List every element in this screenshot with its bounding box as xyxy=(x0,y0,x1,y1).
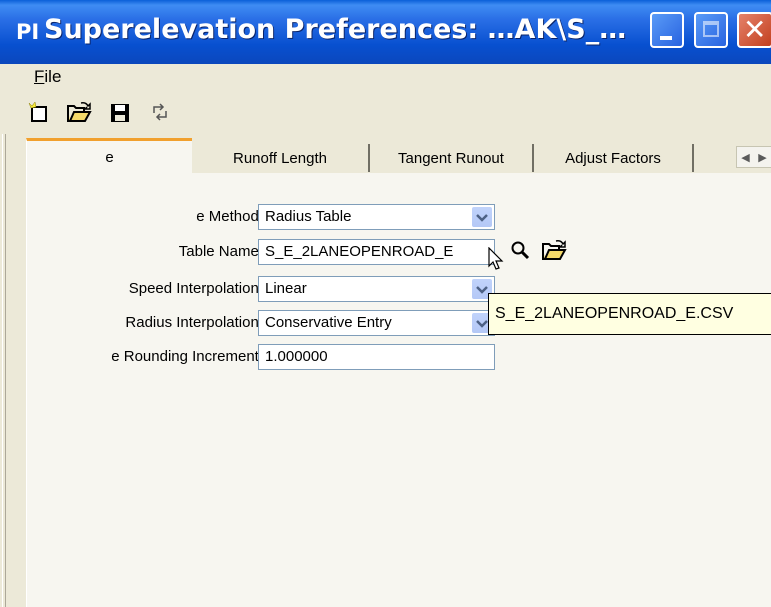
table-name-value: S_E_2LANEOPENROAD_E xyxy=(265,243,454,260)
table-name-label: Table Name: xyxy=(178,243,263,260)
new-icon[interactable] xyxy=(28,101,54,125)
mouse-cursor-icon xyxy=(488,246,504,276)
superelevation-preferences-window: PI Superelevation Preferences: …AK\S_… ✕… xyxy=(0,0,771,607)
window-title: Superelevation Preferences: …AK\S_… xyxy=(44,14,627,45)
app-icon: PI xyxy=(16,20,40,44)
e-method-select[interactable]: Radius Table xyxy=(258,204,495,230)
e-method-value: Radius Table xyxy=(265,208,352,225)
tab-runoff-length[interactable]: Runoff Length xyxy=(192,144,370,172)
radius-interpolation-select[interactable]: Conservative Entry xyxy=(258,310,495,336)
maximize-button[interactable] xyxy=(694,12,728,48)
chevron-left-icon[interactable]: ◀ xyxy=(741,151,749,164)
radius-interpolation-value: Conservative Entry xyxy=(265,314,392,331)
rounding-increment-value: 1.000000 xyxy=(265,348,328,365)
table-name-input[interactable]: S_E_2LANEOPENROAD_E xyxy=(258,239,495,265)
speed-interpolation-label: Speed Interpolation: xyxy=(128,280,263,297)
toolbar xyxy=(0,96,771,130)
menu-file[interactable]: File xyxy=(34,67,61,87)
tooltip: S_E_2LANEOPENROAD_E.CSV xyxy=(488,293,771,335)
chevron-right-icon[interactable]: ▶ xyxy=(758,151,766,164)
rounding-increment-input[interactable]: 1.000000 xyxy=(258,344,495,370)
e-method-label: e Method: xyxy=(196,208,263,225)
save-icon[interactable] xyxy=(108,101,134,125)
tab-tangent-runout[interactable]: Tangent Runout xyxy=(370,144,534,172)
close-button[interactable]: ✕ xyxy=(737,12,771,48)
title-bar[interactable]: PI Superelevation Preferences: …AK\S_… ✕ xyxy=(0,0,771,64)
tab-e[interactable]: e xyxy=(26,138,192,174)
minimize-icon xyxy=(660,36,672,40)
tab-panel: e Method: Radius Table Table Name: S_E_2… xyxy=(26,173,771,607)
search-icon[interactable] xyxy=(510,240,532,262)
chevron-down-icon[interactable] xyxy=(472,207,492,227)
radius-interpolation-label: Radius Interpolation: xyxy=(125,314,263,331)
rounding-increment-label: e Rounding Increment: xyxy=(111,348,263,365)
tab-scroll-buttons[interactable]: ◀ ▶ xyxy=(736,146,771,168)
tab-adjust-factors[interactable]: Adjust Factors xyxy=(534,144,694,172)
speed-interpolation-value: Linear xyxy=(265,280,307,297)
menu-bar: File xyxy=(0,64,771,94)
reload-icon[interactable] xyxy=(148,101,174,125)
open-folder-icon[interactable] xyxy=(66,101,92,125)
window-border xyxy=(2,134,6,607)
browse-folder-icon[interactable] xyxy=(541,239,567,263)
minimize-button[interactable] xyxy=(650,12,684,48)
tab-strip: e Runoff Length Tangent Runout Adjust Fa… xyxy=(26,138,771,174)
speed-interpolation-select[interactable]: Linear xyxy=(258,276,495,302)
close-icon: ✕ xyxy=(743,13,767,46)
maximize-icon xyxy=(703,21,719,37)
